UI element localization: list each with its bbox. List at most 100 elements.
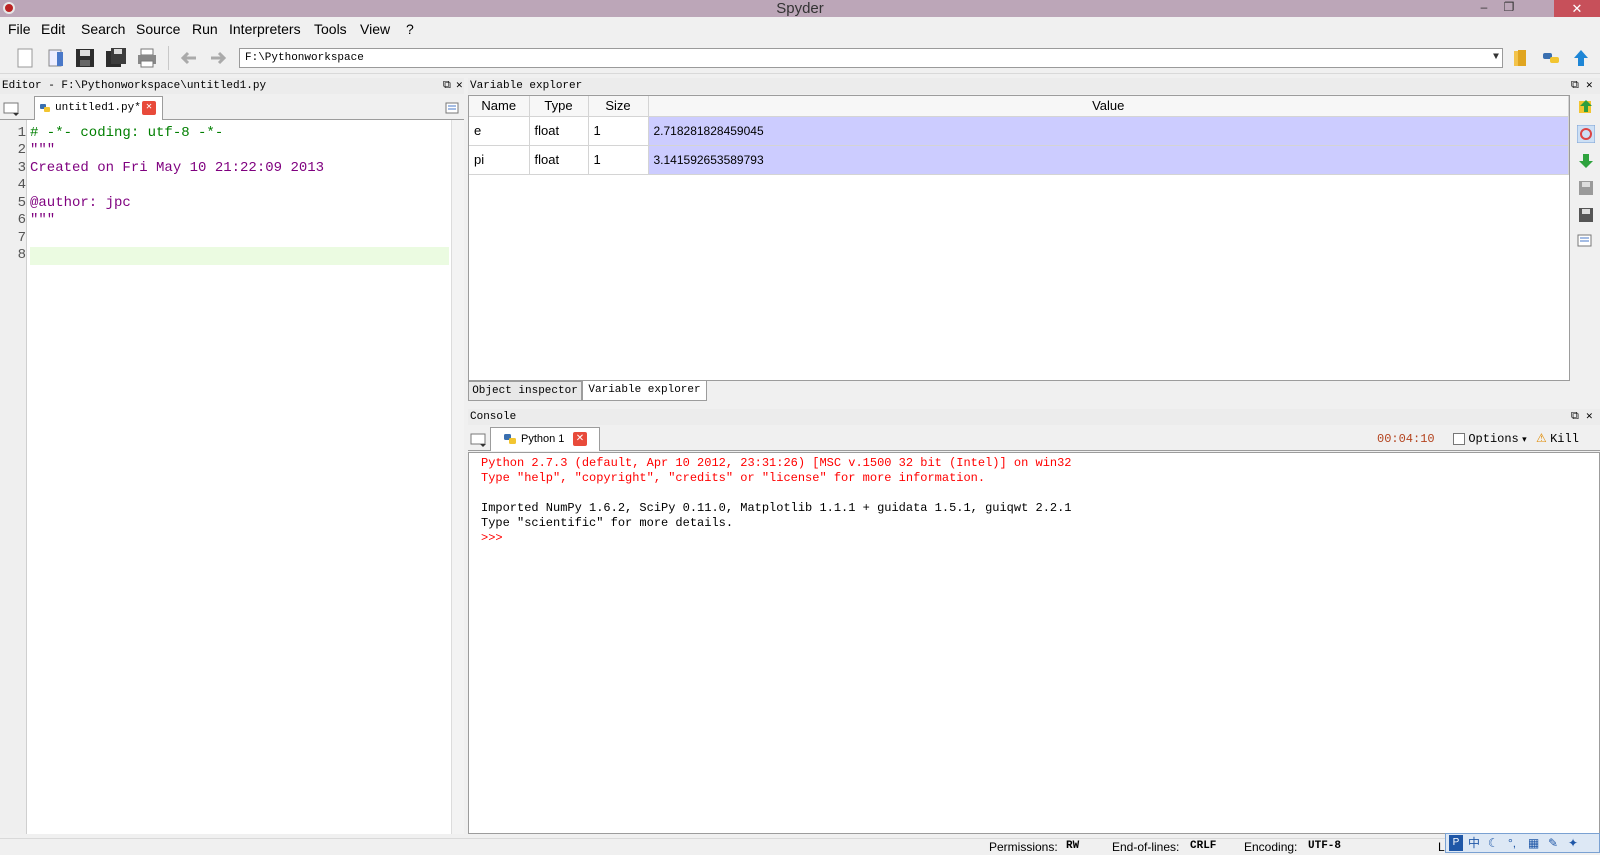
python-logo-icon	[504, 434, 516, 444]
undock-icon[interactable]: ⧉	[1571, 409, 1579, 425]
encoding-label: Encoding:	[1244, 840, 1298, 854]
parent-directory-icon[interactable]	[1570, 47, 1592, 69]
new-file-icon[interactable]	[14, 47, 36, 69]
open-file-icon[interactable]	[45, 47, 67, 69]
column-header-name[interactable]: Name	[469, 96, 530, 117]
download-icon[interactable]	[1577, 152, 1595, 170]
undock-icon[interactable]: ⧉	[443, 78, 451, 94]
code-editor[interactable]: # -*- coding: utf-8 -*- """ Created on F…	[27, 120, 451, 834]
end-of-lines-value: CRLF	[1190, 840, 1217, 852]
menu-help[interactable]: ?	[406, 21, 414, 37]
back-arrow-icon[interactable]	[178, 47, 200, 69]
close-button[interactable]: ✕	[1554, 0, 1600, 17]
print-icon[interactable]	[136, 47, 158, 69]
tab-object-inspector[interactable]: Object inspector	[468, 381, 582, 401]
cell-type[interactable]: float	[529, 116, 589, 146]
table-row[interactable]: e float 1 2.718281828459045	[469, 116, 1569, 146]
ime-logo-icon[interactable]: P	[1449, 835, 1463, 851]
menu-search[interactable]: Search	[81, 21, 125, 37]
save-all-icon[interactable]	[105, 47, 127, 69]
close-tab-icon[interactable]: ✕	[142, 101, 156, 115]
menu-tools[interactable]: Tools	[314, 21, 347, 37]
cell-size[interactable]: 1	[588, 116, 649, 146]
close-pane-icon[interactable]: ✕	[1586, 78, 1593, 94]
kill-button[interactable]: ⚠ Kill	[1536, 431, 1579, 446]
cell-value[interactable]: 3.141592653589793	[648, 145, 1569, 175]
code-line: # -*- coding: utf-8 -*-	[30, 125, 224, 141]
close-pane-icon[interactable]: ✕	[456, 78, 463, 94]
column-header-value[interactable]: Value	[648, 96, 1569, 117]
menu-source[interactable]: Source	[136, 21, 180, 37]
editor-pane-header: Editor - F:\Pythonworkspace\untitled1.py…	[0, 78, 464, 94]
browse-folder-icon[interactable]	[1510, 47, 1532, 69]
options-menu-icon[interactable]	[445, 102, 461, 116]
save-data-as-icon[interactable]	[1577, 206, 1595, 224]
minimize-button[interactable]: –	[1474, 0, 1494, 17]
refresh-icon[interactable]	[1577, 125, 1595, 143]
import-data-icon[interactable]	[1577, 98, 1595, 116]
options-menu-icon[interactable]	[1577, 233, 1595, 251]
variable-table: Name Type Size Value e float 1 2.7182818…	[469, 96, 1569, 175]
cell-type[interactable]: float	[529, 145, 589, 175]
cell-size[interactable]: 1	[588, 145, 649, 175]
editor-scrollbar[interactable]	[451, 120, 464, 834]
code-line: """	[30, 212, 56, 228]
ime-language[interactable]: 中	[1468, 834, 1480, 852]
status-bar: Permissions: RW End-of-lines: CRLF Encod…	[0, 838, 1600, 855]
chevron-down-icon[interactable]: ▼	[1493, 49, 1499, 67]
menu-bar: File Edit Search Source Run Interpreters…	[0, 18, 1600, 40]
python-path-icon[interactable]	[1540, 47, 1562, 69]
cell-value[interactable]: 2.718281828459045	[648, 116, 1569, 146]
punctuation-icon[interactable]: °,	[1508, 834, 1516, 852]
console-tab-python-1[interactable]: Python 1 ✕	[490, 427, 600, 451]
undock-icon[interactable]: ⧉	[1571, 78, 1579, 94]
line-number: 4	[17, 177, 26, 193]
tool-icon[interactable]: ✎	[1548, 834, 1558, 852]
working-directory-combobox[interactable]: F:\Pythonworkspace ▼	[239, 48, 1503, 68]
console-output[interactable]: Python 2.7.3 (default, Apr 10 2012, 23:3…	[468, 452, 1600, 834]
browse-tabs-icon[interactable]	[470, 432, 488, 448]
editor-tab-untitled1[interactable]: untitled1.py* ✕	[34, 96, 163, 120]
browse-tabs-icon[interactable]	[3, 101, 21, 117]
code-line: @author: jpc	[30, 195, 131, 211]
moon-icon[interactable]: ☾	[1488, 834, 1499, 852]
console-options-button[interactable]: Options ▾	[1453, 431, 1527, 446]
menu-run[interactable]: Run	[192, 21, 218, 37]
console-pane-title: Console	[470, 411, 517, 423]
ime-toolbar[interactable]: P 中 ☾ °, ▦ ✎ ✦	[1445, 833, 1600, 853]
chevron-down-icon: ▾	[1522, 434, 1527, 444]
kill-label: Kill	[1550, 432, 1579, 446]
console-tab-bar: Python 1 ✕ 00:04:10 Options ▾ ⚠ Kill	[468, 427, 1600, 451]
keyboard-icon[interactable]: ▦	[1528, 834, 1539, 852]
variable-explorer-table-area: Name Type Size Value e float 1 2.7182818…	[468, 95, 1570, 381]
table-row[interactable]: pi float 1 3.141592653589793	[469, 145, 1569, 175]
console-elapsed-time: 00:04:10	[1377, 432, 1435, 446]
variable-explorer-header: Variable explorer ⧉ ✕	[468, 78, 1600, 94]
console-line: Python 2.7.3 (default, Apr 10 2012, 23:3…	[481, 456, 1072, 470]
permissions-label: Permissions:	[989, 840, 1058, 854]
table-header-row: Name Type Size Value	[469, 96, 1569, 117]
menu-file[interactable]: File	[8, 21, 31, 37]
options-icon	[1453, 432, 1465, 445]
column-header-type[interactable]: Type	[529, 96, 589, 117]
python-file-icon	[40, 104, 50, 112]
code-line: """	[30, 142, 56, 158]
save-icon[interactable]	[74, 47, 96, 69]
menu-interpreters[interactable]: Interpreters	[229, 21, 301, 37]
cell-name[interactable]: pi	[469, 145, 530, 175]
column-header-size[interactable]: Size	[588, 96, 649, 117]
save-data-icon[interactable]	[1577, 179, 1595, 197]
line-number: 7	[17, 230, 26, 246]
tab-variable-explorer[interactable]: Variable explorer	[582, 381, 707, 401]
settings-wrench-icon[interactable]: ✦	[1568, 834, 1578, 852]
working-directory-path: F:\Pythonworkspace	[245, 52, 364, 64]
restore-button[interactable]: ❐	[1499, 0, 1519, 17]
close-pane-icon[interactable]: ✕	[1586, 409, 1593, 425]
cell-name[interactable]: e	[469, 116, 530, 146]
forward-arrow-icon[interactable]	[207, 47, 229, 69]
menu-edit[interactable]: Edit	[41, 21, 65, 37]
permissions-value: RW	[1066, 840, 1080, 852]
close-tab-icon[interactable]: ✕	[573, 432, 587, 446]
editor-tab-label: untitled1.py*	[55, 102, 141, 114]
menu-view[interactable]: View	[360, 21, 390, 37]
